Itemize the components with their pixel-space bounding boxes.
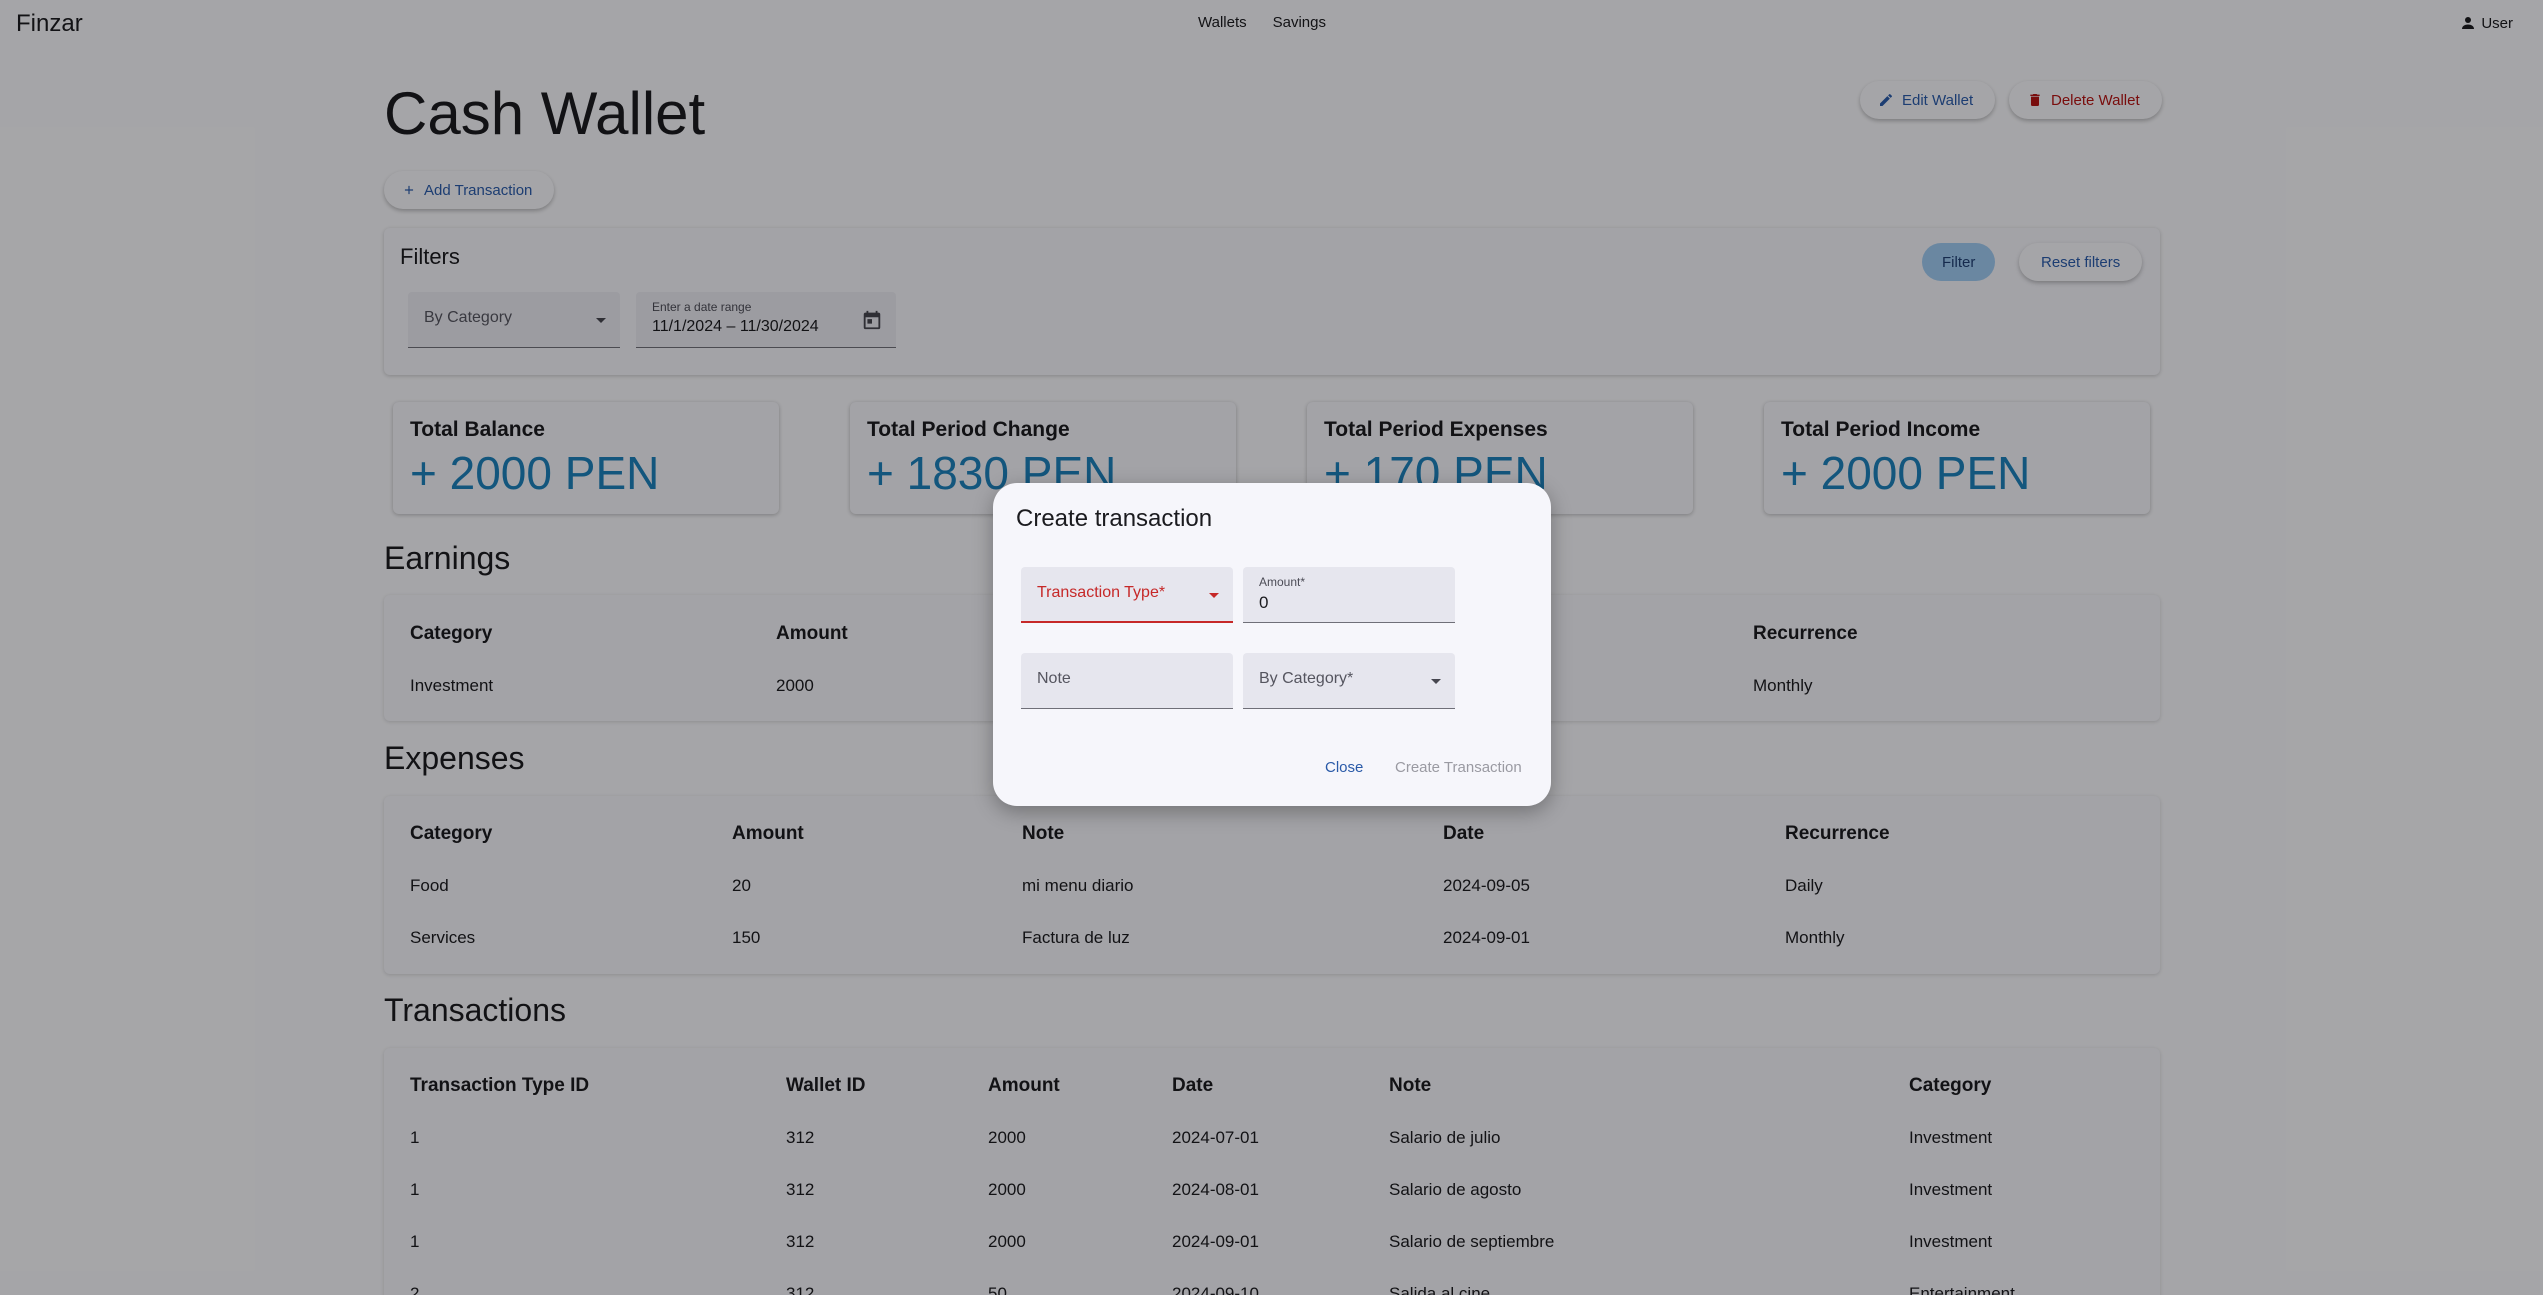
note-label: Note	[1037, 670, 1071, 687]
amount-label: Amount*	[1259, 575, 1306, 589]
transaction-type-label: Transaction Type*	[1037, 584, 1166, 601]
category-label: By Category*	[1259, 670, 1354, 687]
category-select[interactable]: By Category*	[1243, 653, 1455, 709]
create-transaction-button[interactable]: Create Transaction	[1395, 759, 1522, 776]
amount-value: 0	[1259, 593, 1269, 612]
create-transaction-dialog: Create transaction Transaction Type* Amo…	[993, 483, 1551, 806]
dropdown-arrow-icon	[1431, 679, 1441, 684]
close-button[interactable]: Close	[1325, 759, 1363, 776]
dialog-title: Create transaction	[1016, 505, 1213, 532]
dropdown-arrow-icon	[1209, 593, 1219, 598]
transaction-type-select[interactable]: Transaction Type*	[1021, 567, 1233, 623]
note-input[interactable]: Note	[1021, 653, 1233, 709]
amount-input[interactable]: Amount* 0	[1243, 567, 1455, 623]
